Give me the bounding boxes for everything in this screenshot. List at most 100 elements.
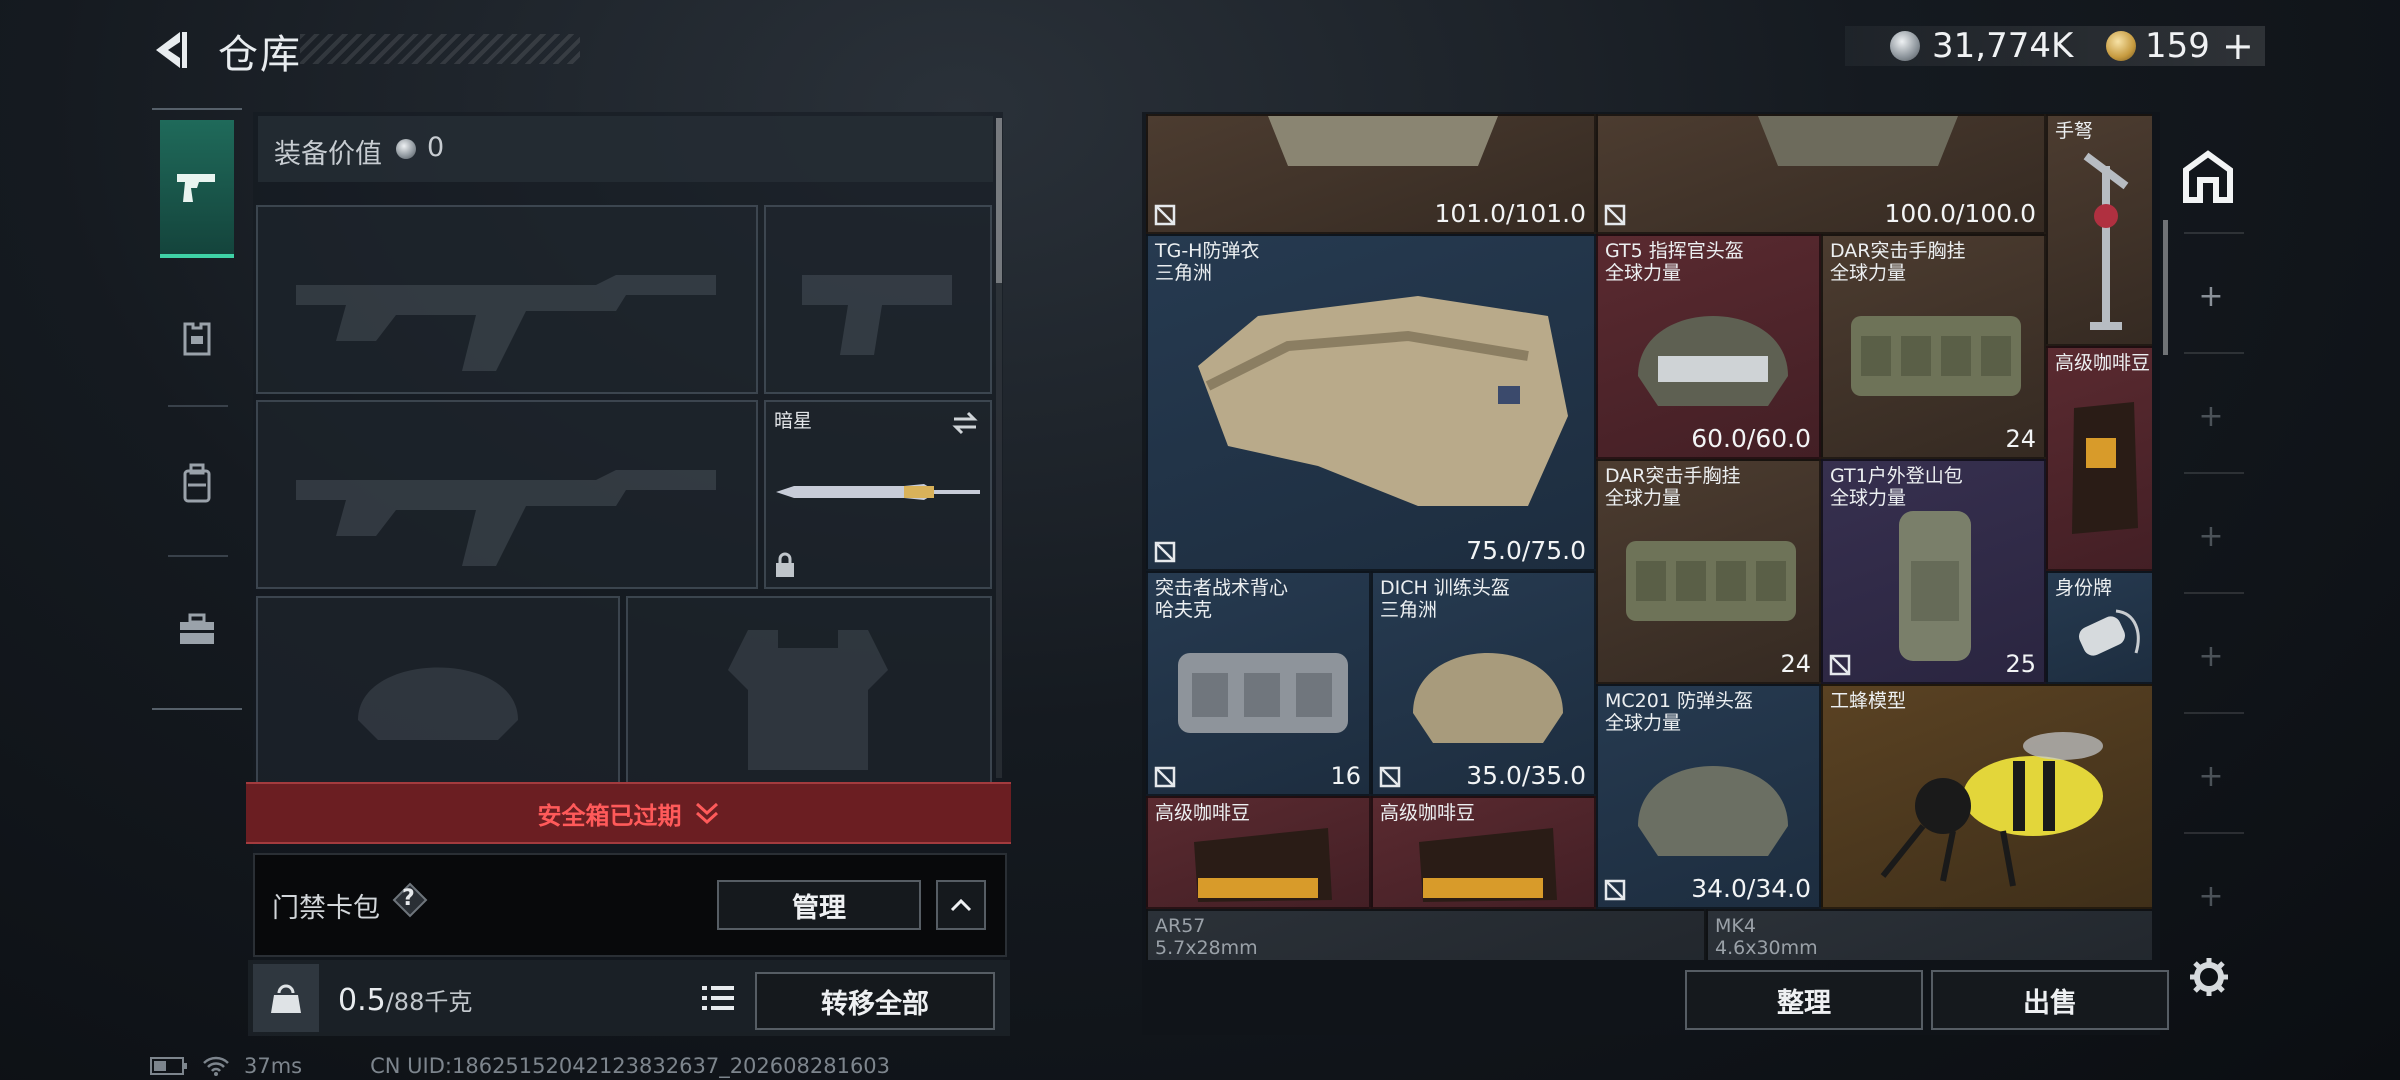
stash-item[interactable]: MC201 防弹头盔 全球力量 34.0/34.0 (1596, 684, 1821, 909)
status-row: 37ms CN UID:18625152042123832637_2026082… (150, 1054, 890, 1078)
add-stash-page-button[interactable]: + (2196, 522, 2226, 552)
manage-button[interactable]: 管理 (717, 880, 921, 930)
sell-button[interactable]: 出售 (1931, 970, 2169, 1030)
rail-divider (152, 708, 242, 710)
rifle-icon (296, 275, 716, 371)
item-name-block: 突击者战术背心 哈夫克 (1155, 577, 1288, 621)
item-name: GT1户外登山包 (1830, 465, 1963, 487)
no-insurance-icon (1604, 204, 1626, 226)
item-name: AR57 (1155, 915, 1206, 937)
tab-backpack[interactable] (160, 436, 234, 532)
access-card-pack-label: 门禁卡包 (272, 893, 380, 924)
add-stash-page-button[interactable]: + (2196, 762, 2226, 792)
battery-icon (150, 1057, 187, 1075)
chest-rig-icon (1626, 541, 1796, 621)
hiking-backpack-icon (1899, 511, 1971, 661)
rail-divider (2184, 232, 2244, 234)
tab-briefcase[interactable] (160, 582, 234, 678)
armor-item-icon (1758, 116, 1958, 166)
gold-coin-icon (2106, 31, 2136, 61)
stash-item[interactable]: 工蜂模型 (1821, 684, 2152, 909)
body-armor-icon (1198, 296, 1568, 506)
rail-divider (2184, 472, 2244, 474)
stash-item[interactable]: 突击者战术背心 哈夫克 16 (1146, 571, 1371, 796)
item-durability: 75.0/75.0 (1466, 536, 1586, 565)
stash-item[interactable]: 高级咖啡豆 (2046, 346, 2152, 571)
add-currency-button[interactable]: + (2222, 24, 2254, 68)
equipment-value: 0 (427, 132, 445, 163)
armor-slot[interactable] (626, 596, 992, 785)
no-insurance-icon (1604, 879, 1626, 901)
stash-item[interactable]: 100.0/100.0 (1596, 114, 2046, 234)
backpack-icon (183, 463, 211, 503)
uid-text: CN UID:18625152042123832637_202608281603 (370, 1054, 891, 1078)
pistol-silhouette-icon (802, 275, 952, 355)
secondary-weapon-slot[interactable] (256, 400, 758, 589)
equipment-scroll-thumb[interactable] (996, 118, 1002, 283)
silver-currency-value: 31,774K (1932, 26, 2074, 66)
item-name-block: DAR突击手胸挂 全球力量 (1605, 465, 1741, 509)
rail-divider (168, 405, 228, 407)
transfer-all-button[interactable]: 转移全部 (755, 972, 995, 1030)
stash-scroll-thumb[interactable] (2163, 220, 2168, 355)
stash-item[interactable]: TG-H防弹衣 三角洲 75.0/75.0 (1146, 234, 1596, 571)
stash-item[interactable]: GT1户外登山包 全球力量 25 (1821, 459, 2046, 684)
item-count: 24 (2005, 425, 2036, 453)
item-caliber: 5.7x28mm (1155, 937, 1258, 959)
add-stash-page-button[interactable]: + (2196, 882, 2226, 912)
stash-item[interactable]: 高级咖啡豆 (1371, 796, 1596, 909)
stash-item[interactable]: 手弩 (2046, 114, 2152, 346)
stash-item[interactable]: MK4 4.6x30mm (1706, 909, 2152, 960)
stash-item[interactable]: DICH 训练头盔 三角洲 35.0/35.0 (1371, 571, 1596, 796)
stash-item[interactable]: DAR突击手胸挂 全球力量 24 (1821, 234, 2046, 459)
stash-page-icon[interactable] (2180, 150, 2236, 206)
organize-button[interactable]: 整理 (1685, 970, 1923, 1030)
item-brand: 哈夫克 (1155, 599, 1213, 621)
item-durability: 100.0/100.0 (1884, 199, 2036, 228)
melee-slot[interactable]: 暗星 (764, 400, 992, 589)
helmet-slot[interactable] (256, 596, 620, 785)
tab-armor[interactable] (160, 290, 234, 386)
item-count: 16 (1330, 762, 1361, 790)
item-name: 手弩 (2055, 120, 2094, 142)
page-title: 仓库 (218, 32, 302, 78)
item-name: 突击者战术背心 (1155, 577, 1289, 599)
melee-weapon-name: 暗星 (774, 410, 813, 432)
swap-icon[interactable] (950, 410, 980, 436)
back-arrow-icon[interactable] (150, 28, 194, 72)
double-chevron-down-icon (695, 802, 718, 825)
no-insurance-icon (1154, 766, 1176, 788)
stash-item[interactable]: 101.0/101.0 (1146, 114, 1596, 234)
add-stash-page-button[interactable]: + (2196, 402, 2226, 432)
no-insurance-icon (1379, 766, 1401, 788)
item-durability: 34.0/34.0 (1691, 874, 1811, 903)
stash-item[interactable]: DAR突击手胸挂 全球力量 24 (1596, 459, 1821, 684)
stash-item[interactable]: 身份牌 (2046, 571, 2152, 684)
list-icon[interactable] (700, 982, 736, 1014)
carry-weight: 0.5/88千克 (338, 982, 472, 1018)
knife-icon (776, 484, 980, 500)
ballistic-helmet-icon (1638, 766, 1788, 856)
stash-item[interactable]: AR57 5.7x28mm (1146, 909, 1706, 960)
tactical-vest-icon (1178, 653, 1348, 733)
silver-coin-icon (1890, 31, 1920, 61)
item-name: 身份牌 (2055, 577, 2113, 599)
pistol-icon (177, 174, 215, 202)
add-stash-page-button[interactable]: + (2196, 642, 2226, 672)
rail-divider (2184, 592, 2244, 594)
add-stash-page-button[interactable]: + (2196, 282, 2226, 312)
item-name: 高级咖啡豆 (2055, 352, 2151, 374)
stash-item[interactable]: 高级咖啡豆 (1146, 796, 1371, 909)
item-count: 25 (2005, 650, 2036, 678)
collapse-button[interactable] (936, 880, 986, 930)
primary-weapon-slot[interactable] (256, 205, 758, 394)
safe-box-expired-bar[interactable]: 安全箱已过期 (246, 782, 1011, 844)
sidearm-slot[interactable] (764, 205, 992, 394)
tab-weapons[interactable] (160, 120, 234, 258)
item-durability: 35.0/35.0 (1466, 761, 1586, 790)
no-insurance-icon (1154, 541, 1176, 563)
gear-icon[interactable] (2188, 956, 2230, 998)
stash-item[interactable]: GT5 指挥官头盔 全球力量 60.0/60.0 (1596, 234, 1821, 459)
vest-icon (183, 322, 211, 356)
safe-box-expired-text: 安全箱已过期 (537, 801, 682, 830)
